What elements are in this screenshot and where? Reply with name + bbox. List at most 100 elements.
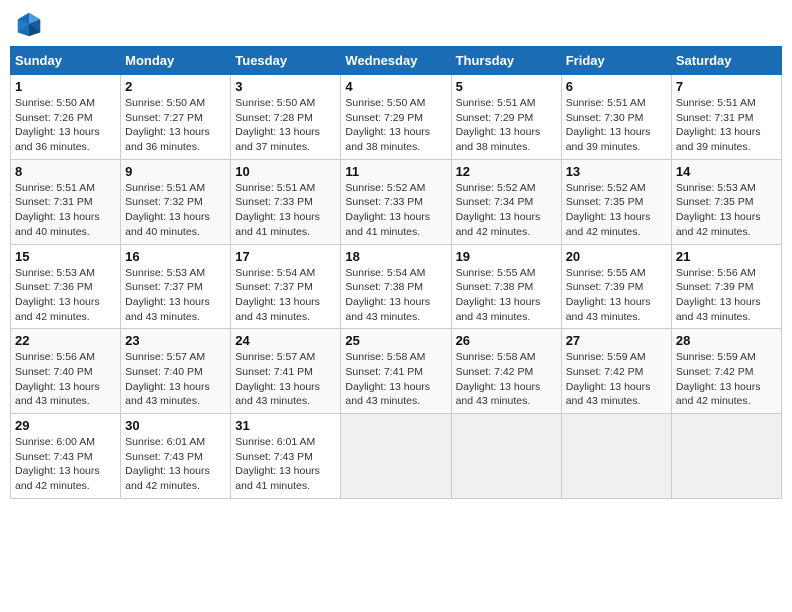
- day-info: Sunrise: 6:01 AMSunset: 7:43 PMDaylight:…: [235, 435, 336, 494]
- calendar-day-cell: 26 Sunrise: 5:58 AMSunset: 7:42 PMDayligh…: [451, 329, 561, 414]
- calendar-week-row: 22 Sunrise: 5:56 AMSunset: 7:40 PMDayligh…: [11, 329, 782, 414]
- day-number: 7: [676, 79, 777, 94]
- day-number: 18: [345, 249, 446, 264]
- calendar-day-cell: 7 Sunrise: 5:51 AMSunset: 7:31 PMDaylight…: [671, 75, 781, 160]
- day-info: Sunrise: 5:51 AMSunset: 7:31 PMDaylight:…: [676, 96, 777, 155]
- calendar-day-cell: 22 Sunrise: 5:56 AMSunset: 7:40 PMDayligh…: [11, 329, 121, 414]
- calendar-day-cell: 11 Sunrise: 5:52 AMSunset: 7:33 PMDayligh…: [341, 159, 451, 244]
- day-of-week-header: Sunday: [11, 47, 121, 75]
- page-header: [10, 10, 782, 38]
- day-number: 6: [566, 79, 667, 94]
- day-number: 1: [15, 79, 116, 94]
- day-number: 3: [235, 79, 336, 94]
- day-info: Sunrise: 5:51 AMSunset: 7:30 PMDaylight:…: [566, 96, 667, 155]
- calendar-day-cell: 12Sunrise: 5:52 AMSunset: 7:34 PMDayligh…: [451, 159, 561, 244]
- day-number: 26: [456, 333, 557, 348]
- day-info: Sunrise: 5:51 AMSunset: 7:33 PMDaylight:…: [235, 181, 336, 240]
- day-number: 30: [125, 418, 226, 433]
- day-info: Sunrise: 5:50 AMSunset: 7:27 PMDaylight:…: [125, 96, 226, 155]
- day-number: 13: [566, 164, 667, 179]
- day-number: 9: [125, 164, 226, 179]
- day-info: Sunrise: 5:59 AMSunset: 7:42 PMDaylight:…: [566, 350, 667, 409]
- day-number: 21: [676, 249, 777, 264]
- day-info: Sunrise: 5:57 AMSunset: 7:40 PMDaylight:…: [125, 350, 226, 409]
- calendar-week-row: 15 Sunrise: 5:53 AMSunset: 7:36 PMDayligh…: [11, 244, 782, 329]
- day-info: Sunrise: 5:51 AMSunset: 7:29 PMDaylight:…: [456, 96, 557, 155]
- day-of-week-header: Tuesday: [231, 47, 341, 75]
- day-of-week-header: Wednesday: [341, 47, 451, 75]
- calendar-day-cell: 31 Sunrise: 6:01 AMSunset: 7:43 PMDayligh…: [231, 414, 341, 499]
- day-number: 20: [566, 249, 667, 264]
- calendar-day-cell: [451, 414, 561, 499]
- day-of-week-header: Friday: [561, 47, 671, 75]
- calendar-day-cell: 19 Sunrise: 5:55 AMSunset: 7:38 PMDayligh…: [451, 244, 561, 329]
- calendar-table: SundayMondayTuesdayWednesdayThursdayFrid…: [10, 46, 782, 499]
- calendar-day-cell: 3Sunrise: 5:50 AMSunset: 7:28 PMDaylight…: [231, 75, 341, 160]
- day-number: 19: [456, 249, 557, 264]
- day-info: Sunrise: 6:00 AMSunset: 7:43 PMDaylight:…: [15, 435, 116, 494]
- calendar-day-cell: 18 Sunrise: 5:54 AMSunset: 7:38 PMDayligh…: [341, 244, 451, 329]
- calendar-day-cell: 25 Sunrise: 5:58 AMSunset: 7:41 PMDayligh…: [341, 329, 451, 414]
- day-info: Sunrise: 5:54 AMSunset: 7:37 PMDaylight:…: [235, 266, 336, 325]
- calendar-day-cell: 15 Sunrise: 5:53 AMSunset: 7:36 PMDayligh…: [11, 244, 121, 329]
- day-number: 31: [235, 418, 336, 433]
- day-info: Sunrise: 5:56 AMSunset: 7:39 PMDaylight:…: [676, 266, 777, 325]
- calendar-day-cell: 29 Sunrise: 6:00 AMSunset: 7:43 PMDayligh…: [11, 414, 121, 499]
- day-number: 28: [676, 333, 777, 348]
- day-number: 5: [456, 79, 557, 94]
- calendar-day-cell: 1 Sunrise: 5:50 AMSunset: 7:26 PMDaylight…: [11, 75, 121, 160]
- day-info: Sunrise: 5:50 AMSunset: 7:29 PMDaylight:…: [345, 96, 446, 155]
- day-info: Sunrise: 5:56 AMSunset: 7:40 PMDaylight:…: [15, 350, 116, 409]
- calendar-day-cell: 23 Sunrise: 5:57 AMSunset: 7:40 PMDayligh…: [121, 329, 231, 414]
- day-info: Sunrise: 5:58 AMSunset: 7:41 PMDaylight:…: [345, 350, 446, 409]
- calendar-day-cell: 30Sunrise: 6:01 AMSunset: 7:43 PMDayligh…: [121, 414, 231, 499]
- day-info: Sunrise: 5:58 AMSunset: 7:42 PMDaylight:…: [456, 350, 557, 409]
- day-info: Sunrise: 5:53 AMSunset: 7:36 PMDaylight:…: [15, 266, 116, 325]
- day-info: Sunrise: 5:55 AMSunset: 7:39 PMDaylight:…: [566, 266, 667, 325]
- day-number: 4: [345, 79, 446, 94]
- day-info: Sunrise: 5:55 AMSunset: 7:38 PMDaylight:…: [456, 266, 557, 325]
- day-number: 29: [15, 418, 116, 433]
- calendar-day-cell: 2 Sunrise: 5:50 AMSunset: 7:27 PMDaylight…: [121, 75, 231, 160]
- calendar-day-cell: 10 Sunrise: 5:51 AMSunset: 7:33 PMDayligh…: [231, 159, 341, 244]
- day-info: Sunrise: 5:52 AMSunset: 7:35 PMDaylight:…: [566, 181, 667, 240]
- day-info: Sunrise: 5:52 AMSunset: 7:34 PMDaylight:…: [456, 181, 557, 240]
- day-info: Sunrise: 5:54 AMSunset: 7:38 PMDaylight:…: [345, 266, 446, 325]
- day-number: 15: [15, 249, 116, 264]
- day-number: 23: [125, 333, 226, 348]
- day-of-week-header: Thursday: [451, 47, 561, 75]
- logo: [15, 10, 47, 38]
- day-of-week-header: Saturday: [671, 47, 781, 75]
- day-info: Sunrise: 5:50 AMSunset: 7:26 PMDaylight:…: [15, 96, 116, 155]
- day-info: Sunrise: 5:57 AMSunset: 7:41 PMDaylight:…: [235, 350, 336, 409]
- day-info: Sunrise: 5:51 AMSunset: 7:32 PMDaylight:…: [125, 181, 226, 240]
- day-number: 16: [125, 249, 226, 264]
- calendar-day-cell: 9 Sunrise: 5:51 AMSunset: 7:32 PMDaylight…: [121, 159, 231, 244]
- calendar-day-cell: 24 Sunrise: 5:57 AMSunset: 7:41 PMDayligh…: [231, 329, 341, 414]
- calendar-day-cell: [341, 414, 451, 499]
- day-number: 22: [15, 333, 116, 348]
- day-number: 27: [566, 333, 667, 348]
- calendar-day-cell: 16 Sunrise: 5:53 AMSunset: 7:37 PMDayligh…: [121, 244, 231, 329]
- day-info: Sunrise: 5:53 AMSunset: 7:37 PMDaylight:…: [125, 266, 226, 325]
- calendar-day-cell: 13 Sunrise: 5:52 AMSunset: 7:35 PMDayligh…: [561, 159, 671, 244]
- day-of-week-header: Monday: [121, 47, 231, 75]
- calendar-day-cell: 6 Sunrise: 5:51 AMSunset: 7:30 PMDaylight…: [561, 75, 671, 160]
- day-number: 11: [345, 164, 446, 179]
- calendar-week-row: 29 Sunrise: 6:00 AMSunset: 7:43 PMDayligh…: [11, 414, 782, 499]
- calendar-day-cell: 14Sunrise: 5:53 AMSunset: 7:35 PMDayligh…: [671, 159, 781, 244]
- day-number: 24: [235, 333, 336, 348]
- calendar-week-row: 1 Sunrise: 5:50 AMSunset: 7:26 PMDaylight…: [11, 75, 782, 160]
- day-number: 2: [125, 79, 226, 94]
- calendar-day-cell: 21 Sunrise: 5:56 AMSunset: 7:39 PMDayligh…: [671, 244, 781, 329]
- day-number: 8: [15, 164, 116, 179]
- calendar-day-cell: 20 Sunrise: 5:55 AMSunset: 7:39 PMDayligh…: [561, 244, 671, 329]
- calendar-day-cell: 28Sunrise: 5:59 AMSunset: 7:42 PMDayligh…: [671, 329, 781, 414]
- day-number: 25: [345, 333, 446, 348]
- logo-icon: [15, 10, 43, 38]
- calendar-day-cell: 4 Sunrise: 5:50 AMSunset: 7:29 PMDaylight…: [341, 75, 451, 160]
- day-number: 17: [235, 249, 336, 264]
- calendar-week-row: 8Sunrise: 5:51 AMSunset: 7:31 PMDaylight…: [11, 159, 782, 244]
- day-info: Sunrise: 5:52 AMSunset: 7:33 PMDaylight:…: [345, 181, 446, 240]
- day-number: 10: [235, 164, 336, 179]
